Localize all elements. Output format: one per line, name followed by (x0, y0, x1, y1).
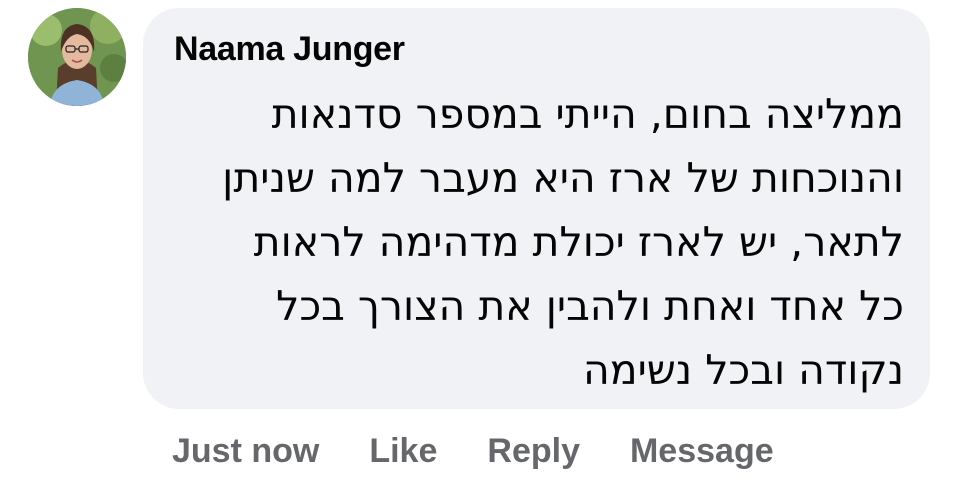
reply-button[interactable]: Reply (487, 432, 580, 471)
comment-actions: Just now Like Reply Message (172, 428, 824, 474)
comment-text-line: כל אחד ואחת ולהבין את הצורך בכל (276, 282, 904, 330)
comment-text-line: נקודה ובכל נשימה (582, 346, 904, 394)
message-button[interactable]: Message (630, 432, 774, 471)
like-button[interactable]: Like (369, 432, 437, 471)
profile-photo-icon (28, 8, 126, 106)
comment-text-line: ממליצה בחום, הייתי במספר סדנאות (271, 90, 904, 138)
comment: Naama Junger ממליצה בחום, הייתי במספר סד… (0, 0, 960, 504)
avatar[interactable] (28, 8, 126, 106)
comment-text-line: לתאר, יש לארז יכולת מדהימה לראות (253, 218, 904, 266)
timestamp[interactable]: Just now (172, 432, 319, 471)
author-name[interactable]: Naama Junger (174, 30, 405, 69)
comment-bubble: Naama Junger ממליצה בחום, הייתי במספר סד… (143, 8, 930, 409)
comment-text-line: והנוכחות של ארז היא מעבר למה שניתן (222, 154, 904, 202)
comment-text: ממליצה בחום, הייתי במספר סדנאות והנוכחות… (174, 82, 904, 402)
